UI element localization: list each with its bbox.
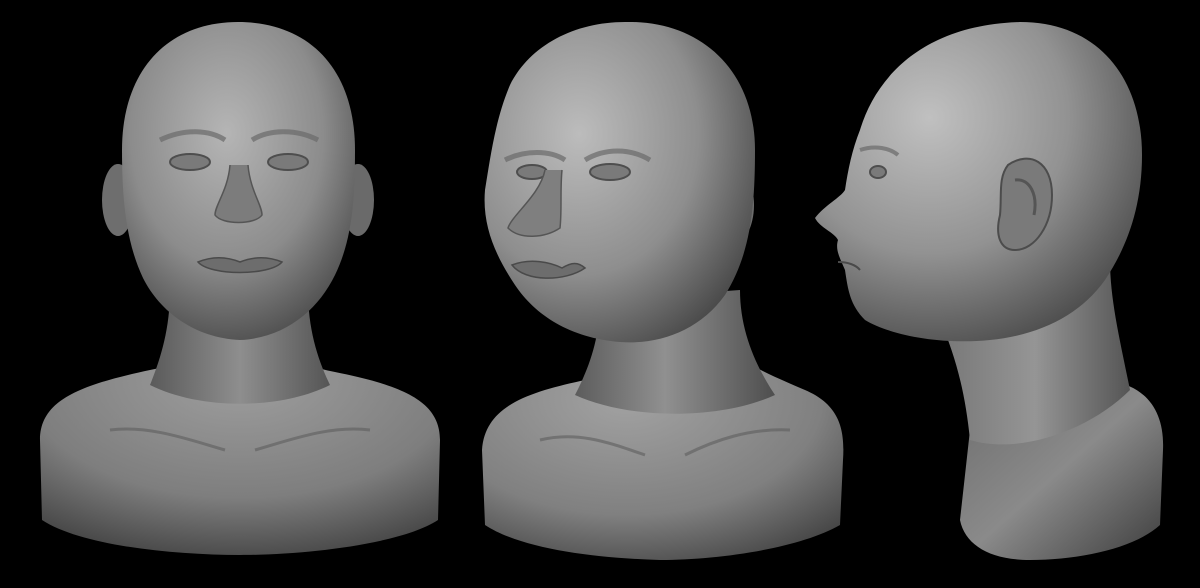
bust-tq-right-eye (589, 163, 631, 181)
bust-profile-view (790, 0, 1200, 588)
bust-front-right-eye (267, 153, 309, 171)
bust-profile-head (815, 22, 1142, 342)
bust-profile-eye (869, 165, 887, 179)
render-stage (0, 0, 1200, 588)
bust-front-render (40, 22, 440, 555)
bust-front-view (0, 0, 460, 588)
bust-profile-render (815, 22, 1164, 560)
bust-tq-head (484, 21, 755, 343)
bust-front-left-eye (169, 153, 211, 171)
